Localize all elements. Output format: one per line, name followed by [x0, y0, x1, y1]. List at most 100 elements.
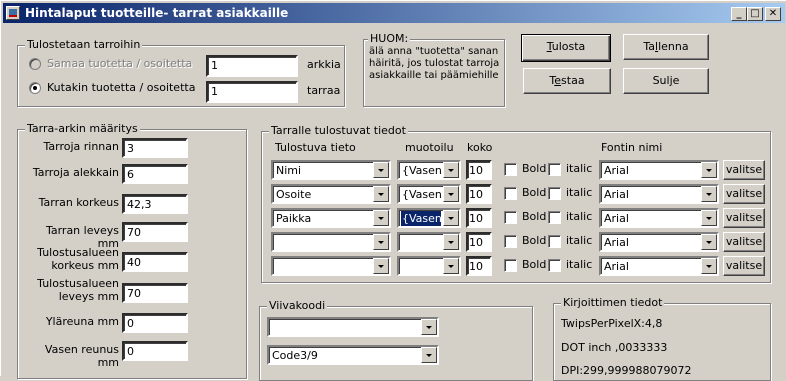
size-input[interactable]: 10 — [466, 208, 492, 228]
chevron-down-icon[interactable] — [373, 234, 389, 250]
italic-checkbox[interactable] — [548, 187, 561, 200]
field-combo-value: Nimi — [276, 164, 302, 177]
field-combo[interactable] — [271, 232, 391, 252]
size-input[interactable]: 10 — [466, 184, 492, 204]
barcode-field-value — [271, 320, 419, 322]
italic-label: italic — [566, 162, 593, 175]
chevron-down-icon[interactable] — [443, 162, 459, 178]
save-button[interactable]: Tallenna — [623, 34, 709, 60]
choose-font-button[interactable]: valitse — [723, 160, 765, 180]
italic-label: italic — [566, 210, 593, 223]
bold-label: Bold — [522, 186, 547, 199]
bold-checkbox[interactable] — [504, 259, 517, 272]
bold-checkbox[interactable] — [504, 211, 517, 224]
format-combo[interactable] — [397, 256, 461, 276]
app-window: Hintalaput tuotteille- tarrat asiakkaill… — [0, 0, 786, 381]
font-combo-value: Arial — [604, 260, 629, 273]
bold-checkbox[interactable] — [504, 235, 517, 248]
label-sheet-field-input[interactable]: 6 — [122, 164, 188, 184]
label-sheet-field-input[interactable]: 0 — [122, 341, 188, 361]
close-window-button[interactable]: ✕ — [765, 7, 781, 21]
italic-checkbox[interactable] — [548, 163, 561, 176]
italic-checkbox[interactable] — [548, 259, 561, 272]
size-input[interactable]: 10 — [466, 232, 492, 252]
label-sheet-field-label: Tarroja rinnan — [43, 140, 119, 153]
format-combo[interactable]: {Vasen — [397, 184, 461, 204]
barcode-field-combo[interactable] — [267, 317, 439, 337]
font-combo[interactable]: Arial — [599, 208, 719, 228]
italic-label: italic — [566, 258, 593, 271]
header-font: Fontin nimi — [601, 141, 663, 154]
label-sheet-field-input[interactable]: 3 — [122, 138, 188, 158]
format-combo-value — [401, 259, 441, 261]
print-mode-group-label: Tulostetaan tarroihin — [25, 38, 143, 51]
chevron-down-icon[interactable] — [701, 258, 717, 274]
bold-checkbox[interactable] — [504, 163, 517, 176]
field-combo[interactable]: Nimi — [271, 160, 391, 180]
choose-font-button[interactable]: valitse — [723, 256, 765, 276]
chevron-down-icon[interactable] — [443, 210, 459, 226]
note-text: älä anna "tuotetta" sanan häiritä, jos t… — [369, 46, 500, 81]
font-combo[interactable]: Arial — [599, 232, 719, 252]
format-combo[interactable]: {Vasen — [397, 160, 461, 180]
bold-label: Bold — [522, 210, 547, 223]
label-sheet-field-label: Tarroja alekkain — [32, 166, 119, 179]
italic-label: italic — [566, 234, 593, 247]
bold-checkbox[interactable] — [504, 187, 517, 200]
chevron-down-icon[interactable] — [373, 186, 389, 202]
italic-checkbox[interactable] — [548, 211, 561, 224]
format-combo[interactable]: {Vasen — [397, 208, 461, 228]
label-sheet-field-input[interactable]: 0 — [122, 313, 188, 333]
chevron-down-icon[interactable] — [701, 162, 717, 178]
sheets-input[interactable]: 1 — [206, 55, 298, 77]
chevron-down-icon[interactable] — [421, 347, 437, 363]
chevron-down-icon[interactable] — [373, 258, 389, 274]
chevron-down-icon[interactable] — [701, 234, 717, 250]
chevron-down-icon[interactable] — [701, 186, 717, 202]
chevron-down-icon[interactable] — [443, 186, 459, 202]
label-sheet-field-label: Tulostusalueen korkeus mm — [37, 246, 119, 272]
header-size: koko — [467, 141, 493, 154]
label-sheet-field-input[interactable]: 70 — [122, 222, 188, 242]
field-combo[interactable]: Osoite — [271, 184, 391, 204]
format-combo-value: {Vasen — [402, 164, 441, 177]
same-item-radio[interactable] — [29, 58, 41, 70]
chevron-down-icon[interactable] — [701, 210, 717, 226]
bold-label: Bold — [522, 234, 547, 247]
label-sheet-field-label: Tarran korkeus — [38, 196, 119, 209]
field-combo[interactable] — [271, 256, 391, 276]
test-button[interactable]: Testaa — [523, 68, 611, 94]
close-button[interactable]: Sulje — [623, 68, 709, 94]
field-combo[interactable]: Paikka — [271, 208, 391, 228]
maximize-button[interactable]: □ — [747, 7, 763, 21]
labels-input[interactable]: 1 — [206, 81, 298, 103]
chevron-down-icon[interactable] — [443, 258, 459, 274]
format-combo[interactable] — [397, 232, 461, 252]
label-sheet-field-input[interactable]: 42,3 — [122, 194, 188, 214]
choose-font-button[interactable]: valitse — [723, 184, 765, 204]
barcode-type-value: Code3/9 — [272, 349, 318, 362]
sheets-unit-label: arkkia — [307, 58, 341, 71]
italic-checkbox[interactable] — [548, 235, 561, 248]
choose-font-button[interactable]: valitse — [723, 208, 765, 228]
note-label: HUOM: — [368, 32, 411, 45]
chevron-down-icon[interactable] — [373, 210, 389, 226]
print-fields-group-label: Tarralle tulostuvat tiedot — [269, 124, 408, 137]
each-item-radio[interactable] — [29, 82, 41, 94]
field-combo-value: Paikka — [276, 212, 312, 225]
font-combo[interactable]: Arial — [599, 256, 719, 276]
barcode-type-combo[interactable]: Code3/9 — [267, 345, 439, 365]
font-combo[interactable]: Arial — [599, 160, 719, 180]
label-sheet-field-input[interactable]: 70 — [122, 283, 188, 303]
minimize-button[interactable]: _ — [731, 7, 747, 21]
chevron-down-icon[interactable] — [373, 162, 389, 178]
choose-font-button[interactable]: valitse — [723, 232, 765, 252]
chevron-down-icon[interactable] — [421, 319, 437, 335]
font-combo[interactable]: Arial — [599, 184, 719, 204]
header-field: Tulostuva tieto — [275, 141, 356, 154]
print-button[interactable]: Tulosta — [521, 34, 611, 62]
size-input[interactable]: 10 — [466, 256, 492, 276]
label-sheet-field-input[interactable]: 40 — [122, 252, 188, 272]
size-input[interactable]: 10 — [466, 160, 492, 180]
chevron-down-icon[interactable] — [443, 234, 459, 250]
